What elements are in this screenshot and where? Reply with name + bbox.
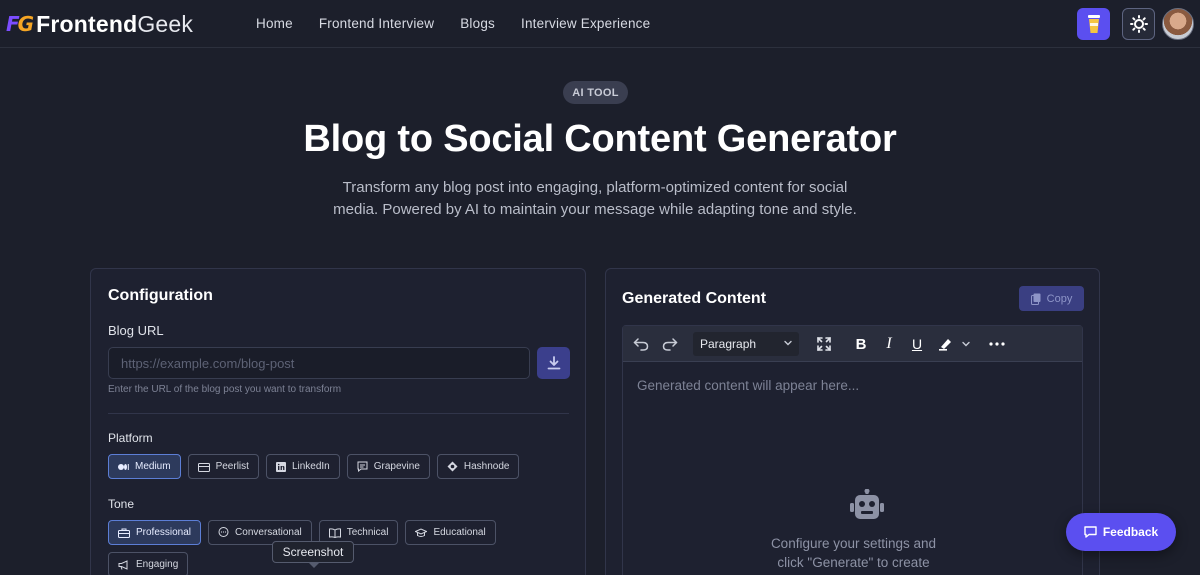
medium-icon bbox=[118, 463, 129, 471]
italic-icon: I bbox=[886, 335, 892, 352]
tone-option-engaging[interactable]: Engaging bbox=[108, 552, 189, 575]
editor-toolbar: Paragraph B I U bbox=[623, 326, 1082, 362]
fullscreen-button[interactable] bbox=[814, 334, 834, 354]
platform-label-linkedin: LinkedIn bbox=[291, 461, 330, 472]
feedback-button[interactable]: Feedback bbox=[1066, 513, 1176, 551]
platform-option-linkedin[interactable]: LinkedIn bbox=[265, 454, 340, 479]
bold-button[interactable]: B bbox=[851, 334, 871, 354]
generated-content-panel: Generated Content Copy Paragraph B I U G… bbox=[605, 268, 1100, 575]
platform-option-medium[interactable]: Medium bbox=[108, 454, 181, 479]
underline-button[interactable]: U bbox=[907, 334, 927, 354]
platform-label-peerlist: Peerlist bbox=[215, 461, 249, 472]
linkedin-icon bbox=[275, 461, 286, 472]
user-avatar[interactable] bbox=[1162, 8, 1194, 40]
bold-icon: B bbox=[855, 335, 867, 353]
empty-state-line-1: Configure your settings and bbox=[770, 536, 937, 551]
copy-button[interactable]: Copy bbox=[1019, 286, 1084, 311]
configuration-panel: Configuration Blog URL Enter the URL of … bbox=[90, 268, 586, 575]
chat-icon bbox=[218, 527, 229, 538]
redo-button[interactable] bbox=[660, 334, 680, 354]
copy-icon bbox=[1030, 293, 1041, 305]
blog-url-hint: Enter the URL of the blog post you want … bbox=[108, 384, 342, 395]
highlight-options-button[interactable] bbox=[959, 334, 973, 354]
configuration-title: Configuration bbox=[108, 287, 213, 304]
more-options-button[interactable] bbox=[987, 334, 1007, 354]
message-icon bbox=[1084, 526, 1097, 538]
copy-label: Copy bbox=[1046, 292, 1073, 305]
ai-tool-badge: AI TOOL bbox=[563, 81, 628, 104]
coffee-cup-icon bbox=[1087, 15, 1100, 33]
content-editor[interactable]: Paragraph B I U Generated content will a… bbox=[622, 325, 1083, 575]
platform-option-hashnode[interactable]: Hashnode bbox=[436, 454, 520, 479]
paragraph-format-select[interactable]: Paragraph bbox=[693, 332, 799, 356]
empty-state-line-2: click "Generate" to create bbox=[777, 555, 930, 570]
peerlist-icon bbox=[197, 462, 210, 472]
tone-label-technical: Technical bbox=[346, 527, 389, 538]
briefcase-icon bbox=[118, 528, 130, 538]
platform-option-grapevine[interactable]: Grapevine bbox=[346, 454, 430, 479]
megaphone-icon bbox=[118, 559, 130, 570]
fetch-blog-button[interactable] bbox=[537, 347, 570, 379]
graduation-cap-icon bbox=[415, 527, 428, 538]
highlight-button[interactable] bbox=[936, 334, 956, 354]
tone-label-educational: Educational bbox=[433, 527, 486, 538]
undo-icon bbox=[633, 338, 649, 351]
platform-options: Medium Peerlist LinkedIn Grapevine Hashn… bbox=[108, 454, 570, 486]
sun-icon bbox=[1129, 15, 1148, 33]
logo-mark: FG bbox=[6, 12, 34, 36]
italic-button[interactable]: I bbox=[879, 334, 899, 354]
tone-label-engaging: Engaging bbox=[136, 559, 179, 570]
tone-label-conversational: Conversational bbox=[235, 527, 302, 538]
hashnode-icon bbox=[447, 461, 458, 472]
empty-state-message: Configure your settings and click "Gener… bbox=[623, 534, 1084, 572]
tone-option-educational[interactable]: Educational bbox=[405, 520, 496, 545]
underline-icon: U bbox=[911, 336, 923, 352]
platform-label: Platform bbox=[108, 431, 153, 445]
tone-label: Tone bbox=[108, 497, 135, 511]
redo-icon bbox=[662, 338, 678, 351]
platform-label-medium: Medium bbox=[135, 461, 171, 472]
top-nav: FG FrontendGeek Home Frontend Interview … bbox=[0, 0, 1200, 48]
divider bbox=[108, 413, 569, 414]
logo[interactable]: FG FrontendGeek bbox=[6, 10, 193, 38]
chevron-down-icon bbox=[784, 340, 792, 346]
undo-button[interactable] bbox=[631, 334, 651, 354]
screenshot-tooltip: Screenshot bbox=[272, 541, 354, 568]
nav-links: Home Frontend Interview Blogs Interview … bbox=[256, 16, 676, 31]
nav-link-home[interactable]: Home bbox=[256, 16, 293, 31]
blog-url-label: Blog URL bbox=[108, 323, 164, 338]
buy-coffee-button[interactable] bbox=[1077, 8, 1110, 40]
more-horizontal-icon bbox=[989, 342, 1005, 346]
platform-label-hashnode: Hashnode bbox=[463, 461, 510, 472]
logo-text: FrontendGeek bbox=[36, 10, 194, 37]
editor-placeholder: Generated content will appear here... bbox=[637, 378, 860, 393]
theme-toggle-button[interactable] bbox=[1122, 8, 1155, 40]
page-description: Transform any blog post into engaging, p… bbox=[333, 179, 857, 218]
highlighter-icon bbox=[939, 339, 951, 351]
generated-content-title: Generated Content bbox=[622, 290, 767, 307]
nav-link-interview-experience[interactable]: Interview Experience bbox=[521, 16, 650, 31]
blog-url-input[interactable] bbox=[108, 347, 530, 379]
paragraph-format-value: Paragraph bbox=[700, 337, 757, 351]
robot-icon bbox=[850, 488, 884, 526]
tone-label-professional: Professional bbox=[136, 527, 192, 538]
fullscreen-icon bbox=[817, 337, 831, 351]
nav-link-frontend-interview[interactable]: Frontend Interview bbox=[319, 16, 434, 31]
download-icon bbox=[547, 356, 560, 370]
platform-option-peerlist[interactable]: Peerlist bbox=[187, 454, 259, 479]
nav-link-blogs[interactable]: Blogs bbox=[460, 16, 495, 31]
tone-option-professional[interactable]: Professional bbox=[108, 520, 202, 545]
grapevine-icon bbox=[357, 461, 368, 472]
book-icon bbox=[328, 527, 341, 538]
page-title: Blog to Social Content Generator bbox=[303, 118, 897, 160]
platform-label-grapevine: Grapevine bbox=[373, 461, 420, 472]
chevron-down-icon bbox=[962, 341, 970, 347]
feedback-label: Feedback bbox=[1102, 525, 1159, 539]
